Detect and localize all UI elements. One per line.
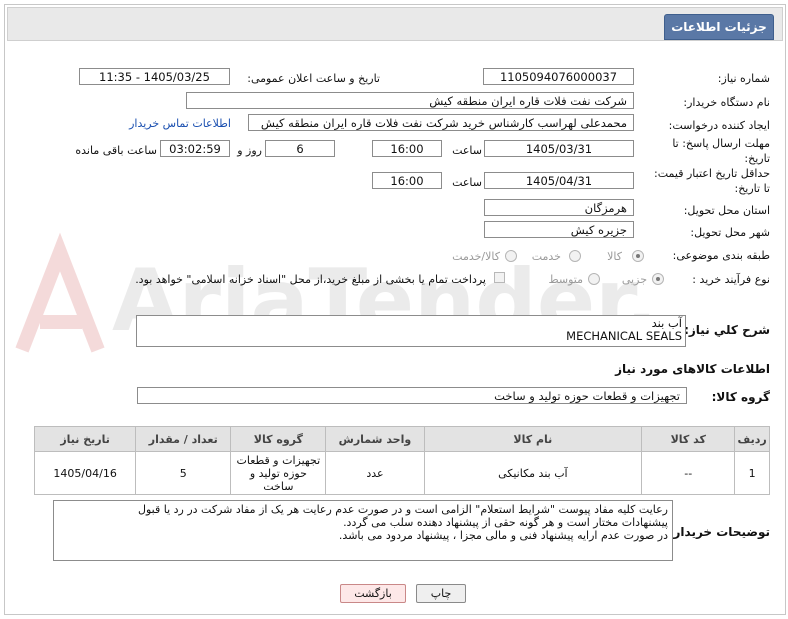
- category-option-goods-service: کالا/خدمت: [452, 250, 500, 263]
- category-radio-goods[interactable]: [632, 250, 644, 262]
- contact-info-link[interactable]: اطلاعات تماس خریدار: [129, 117, 231, 130]
- creator-field: محمدعلی لهراسب کارشناس خرید شرکت نفت فلا…: [248, 114, 634, 131]
- treasury-payment-checkbox[interactable]: [494, 272, 505, 283]
- col-header-group: گروه کالا: [230, 426, 327, 452]
- cell-row-number: 1: [734, 451, 770, 495]
- cell-unit: عدد: [325, 451, 425, 495]
- category-radio-service[interactable]: [569, 250, 581, 262]
- header-bar: جزئیات اطلاعات نیاز: [7, 7, 783, 58]
- table-header-row: ردیف کد کالا نام کالا واحد شمارش گروه کا…: [33, 426, 770, 452]
- need-number-label: شماره نیاز:: [717, 72, 770, 85]
- table-row[interactable]: 1 -- آب بند مکانیکی عدد تجهیزات و قطعات …: [33, 451, 770, 495]
- validity-label-date: تا تاریخ:: [734, 182, 770, 195]
- cell-item-name: آب بند مکانیکی: [423, 451, 643, 495]
- validity-time-field: 16:00: [372, 172, 442, 189]
- buyer-notes-line-2: پیشنهادات مختار است و هر گونه حقی از پیش…: [343, 516, 668, 529]
- treasury-payment-note: پرداخت تمام یا بخشی از مبلغ خرید،از محل …: [135, 273, 486, 286]
- description-textarea[interactable]: آب بند MECHANICAL SEALS: [136, 315, 686, 347]
- purchase-option-medium: متوسط: [548, 273, 583, 286]
- purchase-option-minor: جزیی: [621, 273, 647, 286]
- deadline-label: مهلت ارسال پاسخ: تا: [672, 137, 770, 150]
- buyer-notes-textarea[interactable]: رعایت کلیه مفاد پیوست "شرایط استعلام" ال…: [53, 500, 673, 561]
- province-field: هرمزگان: [484, 199, 634, 216]
- buyer-notes-line-1: رعایت کلیه مفاد پیوست "شرایط استعلام" ال…: [137, 503, 668, 516]
- purchase-radio-medium[interactable]: [588, 273, 600, 285]
- need-number-field: 1105094076000037: [483, 68, 634, 85]
- city-label: شهر محل تحویل:: [690, 226, 770, 239]
- validity-time-label: ساعت: [452, 176, 482, 189]
- deadline-time-field: 16:00: [372, 140, 442, 157]
- col-header-item-name: نام کالا: [423, 426, 643, 452]
- announce-datetime-field: 1405/03/25 - 11:35: [79, 68, 230, 85]
- description-line-2: MECHANICAL SEALS: [566, 329, 682, 343]
- category-option-goods: کالا: [607, 250, 622, 263]
- goods-group-label: گروه کالا:: [711, 390, 770, 404]
- days-label: روز و: [237, 144, 262, 157]
- deadline-date-field: 1405/03/31: [484, 140, 634, 157]
- validity-label: حداقل تاریخ اعتبار قیمت:: [654, 167, 770, 180]
- cell-quantity: 5: [135, 451, 232, 495]
- goods-group-field: تجهیزات و قطعات حوزه تولید و ساخت: [137, 387, 687, 404]
- province-label: استان محل تحویل:: [683, 204, 770, 217]
- col-header-need-date: تاریخ نیاز: [33, 426, 137, 452]
- print-button[interactable]: چاپ: [416, 584, 466, 603]
- goods-section-title: اطلاعات کالاهای مورد نیاز: [615, 362, 770, 376]
- back-button[interactable]: بازگشت: [340, 584, 406, 603]
- header-title-tab: جزئیات اطلاعات نیاز: [664, 14, 774, 58]
- description-label: شرح کلي نياز:: [684, 323, 770, 337]
- city-field: جزیره کیش: [484, 221, 634, 238]
- remaining-time-label: ساعت باقی مانده: [75, 144, 157, 157]
- cell-group: تجهیزات و قطعات حوزه تولید و ساخت: [230, 451, 327, 495]
- buyer-org-label: نام دستگاه خریدار:: [683, 96, 770, 109]
- deadline-label-date: تاریخ:: [744, 152, 770, 165]
- col-header-unit: واحد شمارش: [325, 426, 425, 452]
- cell-item-code: --: [641, 451, 736, 495]
- remaining-time-field: 03:02:59: [160, 140, 230, 157]
- deadline-time-label: ساعت: [452, 144, 482, 157]
- buyer-org-field: شرکت نفت فلات قاره ایران منطقه کیش: [186, 92, 634, 109]
- col-header-row-number: ردیف: [734, 426, 770, 452]
- col-header-quantity: تعداد / مقدار: [135, 426, 232, 452]
- validity-date-field: 1405/04/31: [484, 172, 634, 189]
- cell-need-date: 1405/04/16: [33, 451, 137, 495]
- creator-label: ایجاد کننده درخواست:: [668, 119, 770, 132]
- category-option-service: خدمت: [531, 250, 561, 263]
- buyer-notes-label: توضیحات خریدار:: [668, 525, 770, 539]
- purchase-type-label: نوع فرآیند خرید :: [692, 273, 770, 286]
- buyer-notes-line-3: در صورت عدم ارایه پیشنهاد فنی و مالی مجز…: [338, 529, 668, 542]
- announce-label: تاریخ و ساعت اعلان عمومی:: [247, 72, 380, 85]
- purchase-radio-minor[interactable]: [652, 273, 664, 285]
- col-header-item-code: کد کالا: [641, 426, 736, 452]
- remaining-days-field: 6: [265, 140, 335, 157]
- items-table: ردیف کد کالا نام کالا واحد شمارش گروه کا…: [33, 426, 770, 495]
- category-label: طبقه بندی موضوعی:: [672, 249, 770, 262]
- category-radio-goods-service[interactable]: [505, 250, 517, 262]
